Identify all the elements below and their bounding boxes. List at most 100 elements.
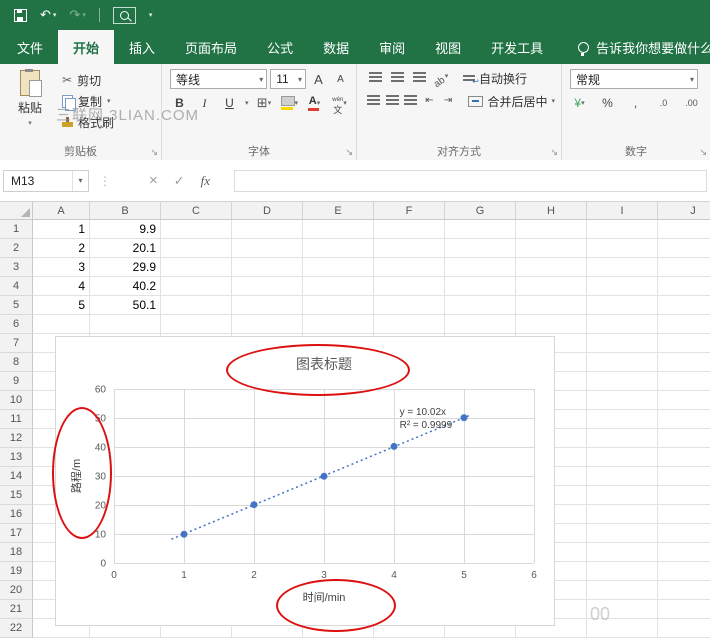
cell-I20[interactable] (587, 581, 658, 600)
cell-J3[interactable] (658, 258, 710, 277)
enter-button[interactable] (174, 172, 185, 189)
cell-D3[interactable] (232, 258, 303, 277)
column-header-I[interactable]: I (587, 202, 658, 220)
data-point-3[interactable] (320, 472, 328, 480)
format-painter-button[interactable]: 格式刷 (62, 112, 114, 132)
cell-J5[interactable] (658, 296, 710, 315)
formula-input[interactable] (234, 169, 707, 192)
decrease-font-button[interactable] (331, 70, 350, 88)
row-header-21[interactable]: 21 (0, 600, 33, 619)
comma-style-button[interactable]: , (626, 94, 645, 112)
cell-C3[interactable] (161, 258, 232, 277)
wrap-text-button[interactable]: 自动换行 (463, 70, 527, 87)
print-preview-button[interactable] (112, 6, 136, 24)
name-box[interactable]: M13 (3, 169, 89, 192)
cell-F5[interactable] (374, 296, 445, 315)
cell-C5[interactable] (161, 296, 232, 315)
cell-I17[interactable] (587, 524, 658, 543)
row-header-17[interactable]: 17 (0, 524, 33, 543)
underline-button[interactable]: U (220, 94, 239, 112)
cell-I8[interactable] (587, 353, 658, 372)
row-header-1[interactable]: 1 (0, 220, 33, 239)
font-name-combo[interactable]: 等线 (170, 69, 268, 89)
cell-J16[interactable] (658, 505, 710, 524)
tell-me-box[interactable]: 告诉我你想要做什么 (578, 30, 710, 64)
number-dialog-launcher[interactable] (699, 148, 707, 157)
tab-data[interactable]: 数据 (308, 30, 364, 64)
cell-J13[interactable] (658, 448, 710, 467)
cell-A3[interactable]: 3 (33, 258, 90, 277)
cell-J8[interactable] (658, 353, 710, 372)
tab-insert[interactable]: 插入 (114, 30, 170, 64)
row-header-19[interactable]: 19 (0, 562, 33, 581)
cell-J1[interactable] (658, 220, 710, 239)
cell-J19[interactable] (658, 562, 710, 581)
cell-B6[interactable] (90, 315, 161, 334)
cell-H4[interactable] (516, 277, 587, 296)
cell-G4[interactable] (445, 277, 516, 296)
phonetic-guide-button[interactable] (330, 94, 349, 112)
cell-B3[interactable]: 29.9 (90, 258, 161, 277)
column-header-A[interactable]: A (33, 202, 90, 220)
cell-I4[interactable] (587, 277, 658, 296)
data-point-2[interactable] (250, 501, 258, 509)
column-header-D[interactable]: D (232, 202, 303, 220)
row-header-15[interactable]: 15 (0, 486, 33, 505)
tab-formulas[interactable]: 公式 (252, 30, 308, 64)
cell-F3[interactable] (374, 258, 445, 277)
row-header-16[interactable]: 16 (0, 505, 33, 524)
fill-color-button[interactable] (280, 94, 300, 112)
cell-I19[interactable] (587, 562, 658, 581)
font-dialog-launcher[interactable] (345, 148, 353, 157)
cell-C4[interactable] (161, 277, 232, 296)
cell-I7[interactable] (587, 334, 658, 353)
cell-D1[interactable] (232, 220, 303, 239)
row-header-4[interactable]: 4 (0, 277, 33, 296)
align-bottom-button[interactable] (409, 69, 429, 87)
cell-J20[interactable] (658, 581, 710, 600)
cell-J11[interactable] (658, 410, 710, 429)
data-point-5[interactable] (460, 414, 468, 422)
cell-E4[interactable] (303, 277, 374, 296)
cell-J10[interactable] (658, 391, 710, 410)
decrease-decimal-button[interactable]: .00 (682, 94, 701, 112)
cell-J6[interactable] (658, 315, 710, 334)
number-format-combo[interactable]: 常规 (570, 69, 698, 89)
cell-C2[interactable] (161, 239, 232, 258)
row-header-7[interactable]: 7 (0, 334, 33, 353)
row-header-8[interactable]: 8 (0, 353, 33, 372)
cell-D5[interactable] (232, 296, 303, 315)
redo-button[interactable] (69, 6, 85, 24)
cell-E3[interactable] (303, 258, 374, 277)
cell-J14[interactable] (658, 467, 710, 486)
row-header-6[interactable]: 6 (0, 315, 33, 334)
cell-D4[interactable] (232, 277, 303, 296)
cell-F4[interactable] (374, 277, 445, 296)
row-header-18[interactable]: 18 (0, 543, 33, 562)
align-left-button[interactable] (365, 92, 382, 110)
formula-bar-handle[interactable] (99, 174, 111, 188)
column-header-B[interactable]: B (90, 202, 161, 220)
borders-button[interactable] (255, 94, 274, 112)
italic-button[interactable]: I (195, 94, 214, 112)
cell-I6[interactable] (587, 315, 658, 334)
cell-F6[interactable] (374, 315, 445, 334)
cell-J17[interactable] (658, 524, 710, 543)
cell-B2[interactable]: 20.1 (90, 239, 161, 258)
cell-I12[interactable] (587, 429, 658, 448)
percent-style-button[interactable]: % (598, 94, 617, 112)
cut-button[interactable]: 剪切 (62, 70, 114, 90)
column-header-F[interactable]: F (374, 202, 445, 220)
data-point-1[interactable] (180, 530, 188, 538)
tab-view[interactable]: 视图 (420, 30, 476, 64)
cell-G6[interactable] (445, 315, 516, 334)
row-header-22[interactable]: 22 (0, 619, 33, 638)
merge-center-button[interactable]: 合并后居中 (468, 93, 555, 110)
paste-button[interactable]: 粘贴 (6, 69, 54, 132)
cell-G3[interactable] (445, 258, 516, 277)
cell-H5[interactable] (516, 296, 587, 315)
column-header-J[interactable]: J (658, 202, 710, 220)
copy-button[interactable]: 复制 (62, 91, 114, 111)
increase-indent-button[interactable]: ⇥ (440, 92, 457, 110)
row-header-13[interactable]: 13 (0, 448, 33, 467)
